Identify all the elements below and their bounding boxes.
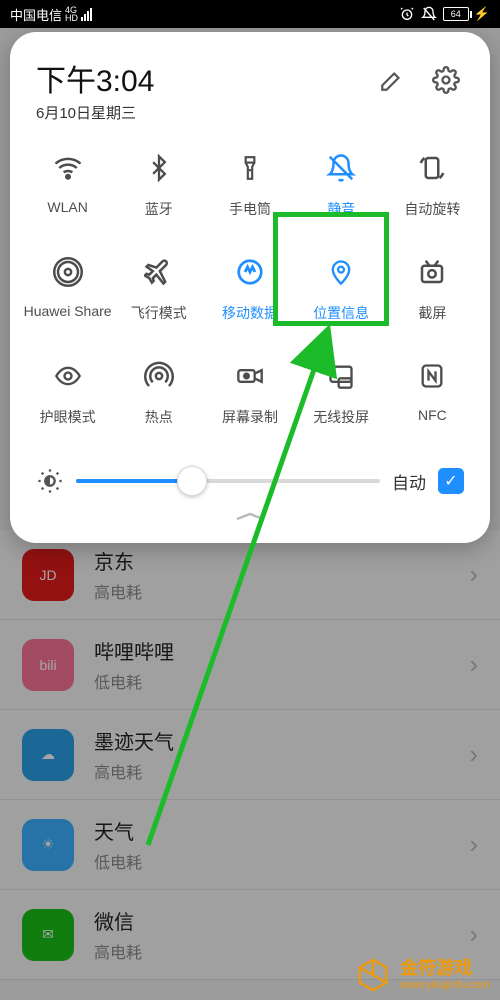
share-icon: [49, 253, 87, 291]
screenshot-icon: [413, 253, 451, 291]
qs-tile-label: WLAN: [47, 199, 87, 215]
brightness-icon: [36, 467, 64, 495]
qs-tile-label: 位置信息: [313, 303, 369, 323]
qs-tile-label: 护眼模式: [40, 407, 96, 427]
rotate-icon: [413, 149, 451, 187]
qs-tile-rotate[interactable]: 自动旋转: [387, 149, 478, 219]
data-icon: [231, 253, 269, 291]
qs-tile-location[interactable]: 位置信息: [296, 253, 387, 323]
nfc-icon: [413, 357, 451, 395]
record-icon: [231, 357, 269, 395]
qs-tile-flashlight[interactable]: 手电筒: [204, 149, 295, 219]
brightness-thumb[interactable]: [177, 466, 207, 496]
qs-tile-label: 飞行模式: [131, 303, 187, 323]
watermark: 金符游戏 www.yikajinfu.com: [354, 956, 490, 994]
signal-icon: [81, 8, 92, 21]
eye-icon: [49, 357, 87, 395]
edit-tiles-button[interactable]: [374, 62, 410, 98]
bluetooth-icon: [140, 149, 178, 187]
hotspot-icon: [140, 357, 178, 395]
qs-tile-wifi[interactable]: WLAN: [22, 149, 113, 219]
clock-date[interactable]: 6月10日星期三: [36, 102, 154, 123]
qs-tile-label: 截屏: [418, 303, 446, 323]
carrier-label: 中国电信: [10, 5, 62, 24]
qs-tile-label: 蓝牙: [145, 199, 173, 219]
qs-tile-label: 屏幕录制: [222, 407, 278, 427]
quick-settings-grid: WLAN 蓝牙 手电筒 静音 自动旋转 Huawei Share 飞行模式 移动数据 位置信息 截…: [22, 149, 478, 427]
qs-tile-hotspot[interactable]: 热点: [113, 357, 204, 427]
settings-button[interactable]: [428, 62, 464, 98]
qs-tile-data[interactable]: 移动数据: [204, 253, 295, 323]
clock-time[interactable]: 下午3:04: [36, 56, 154, 100]
auto-brightness-checkbox[interactable]: ✓: [438, 468, 464, 494]
qs-tile-label: 手电筒: [229, 199, 271, 219]
qs-tile-bluetooth[interactable]: 蓝牙: [113, 149, 204, 219]
mute-icon: [322, 149, 360, 187]
watermark-url: www.yikajinfu.com: [400, 979, 490, 991]
alarm-icon: [399, 6, 415, 22]
qs-tile-eye[interactable]: 护眼模式: [22, 357, 113, 427]
status-bar: 中国电信 4GHD 64 ⚡: [0, 0, 500, 28]
watermark-logo-icon: [354, 956, 392, 994]
flashlight-icon: [231, 149, 269, 187]
qs-tile-nfc[interactable]: NFC: [387, 357, 478, 427]
brightness-row: 自动 ✓: [22, 467, 478, 495]
airplane-icon: [140, 253, 178, 291]
network-type: 4GHD: [65, 6, 78, 22]
qs-tile-cast[interactable]: 无线投屏: [296, 357, 387, 427]
qs-tile-label: 无线投屏: [313, 407, 369, 427]
qs-tile-screenshot[interactable]: 截屏: [387, 253, 478, 323]
brightness-slider[interactable]: [76, 479, 380, 483]
qs-tile-label: 热点: [145, 407, 173, 427]
battery-indicator: 64 ⚡: [443, 6, 490, 22]
qs-tile-label: NFC: [418, 407, 447, 423]
qs-tile-record[interactable]: 屏幕录制: [204, 357, 295, 427]
qs-tile-label: Huawei Share: [24, 303, 112, 319]
dnd-icon: [421, 6, 437, 22]
qs-tile-label: 移动数据: [222, 303, 278, 323]
qs-tile-label: 静音: [327, 199, 355, 219]
qs-tile-mute[interactable]: 静音: [296, 149, 387, 219]
qs-tile-share[interactable]: Huawei Share: [22, 253, 113, 323]
watermark-name: 金符游戏: [400, 959, 490, 979]
auto-brightness-label: 自动: [392, 469, 426, 494]
collapse-handle-icon[interactable]: [226, 509, 274, 525]
quick-settings-panel: 下午3:04 6月10日星期三 WLAN 蓝牙 手电筒 静音 自动旋转 Huawei Sh…: [10, 32, 490, 543]
qs-tile-airplane[interactable]: 飞行模式: [113, 253, 204, 323]
location-icon: [322, 253, 360, 291]
cast-icon: [322, 357, 360, 395]
wifi-icon: [49, 149, 87, 187]
panel-header: 下午3:04 6月10日星期三: [22, 56, 478, 149]
qs-tile-label: 自动旋转: [404, 199, 460, 219]
